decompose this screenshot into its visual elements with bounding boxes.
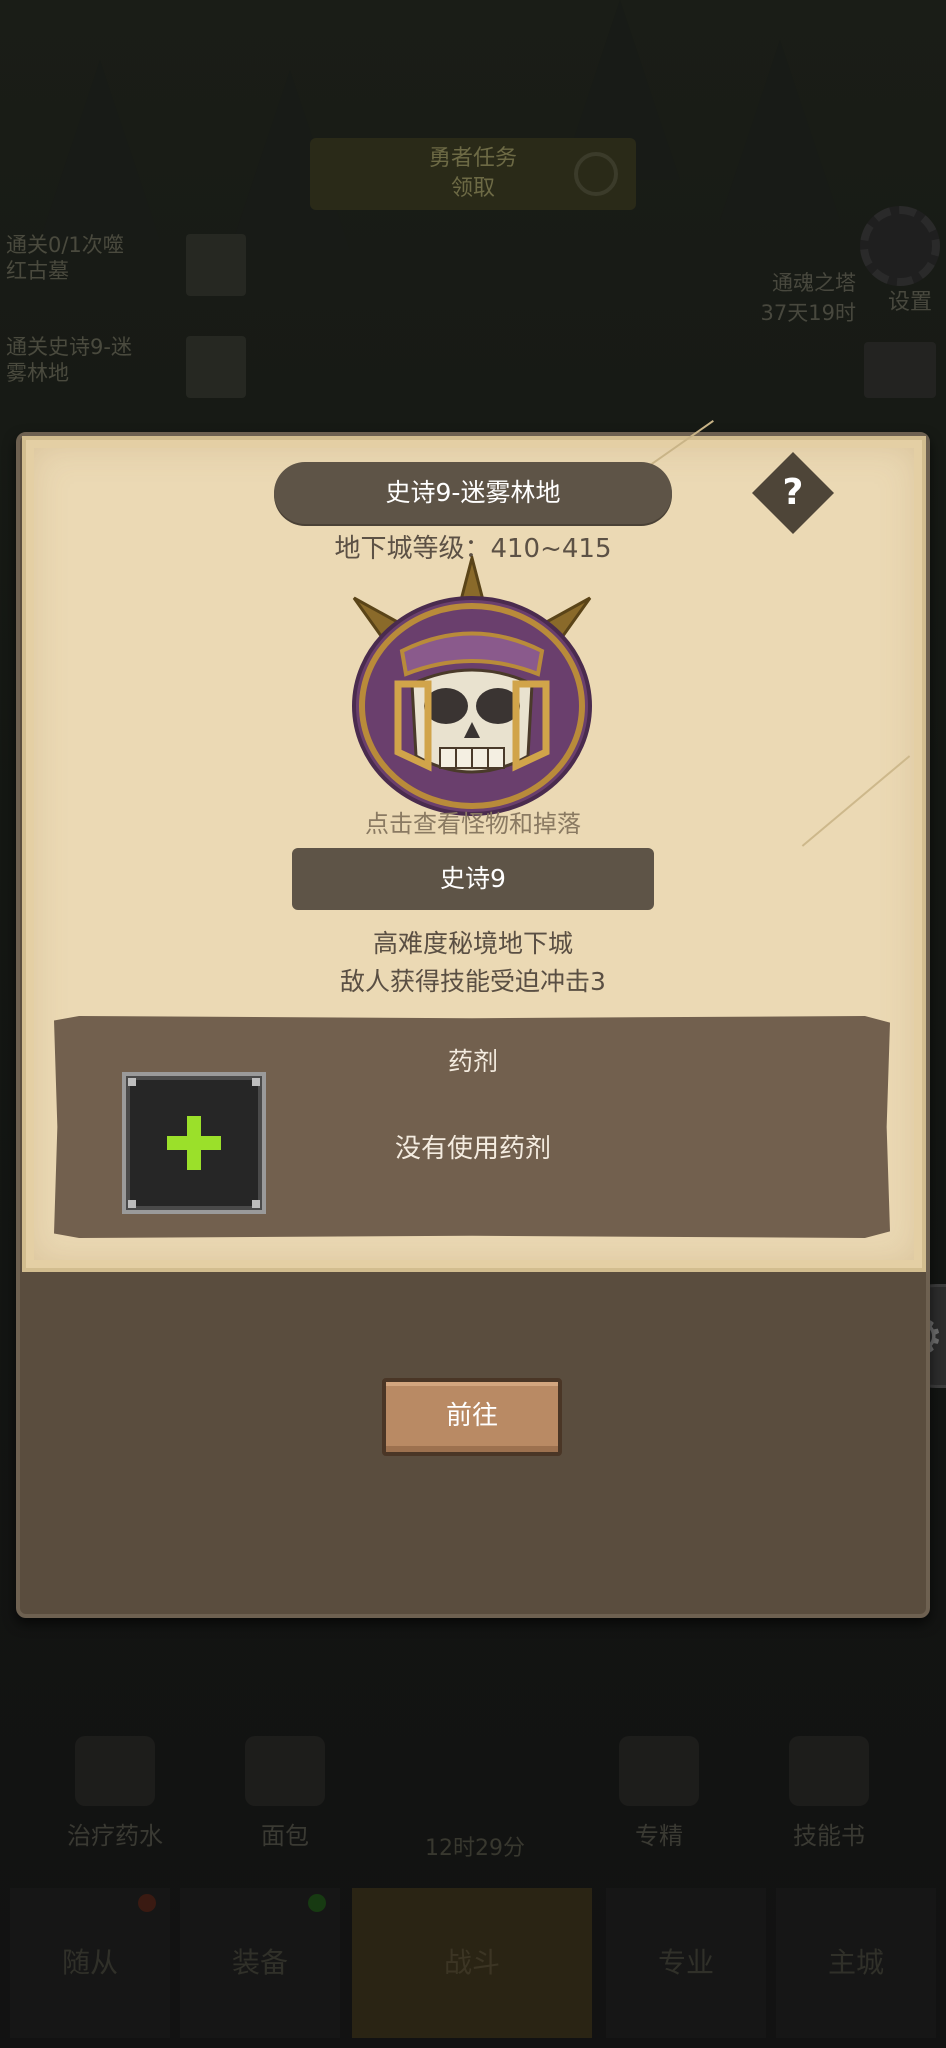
monster-portrait[interactable] <box>342 552 602 816</box>
description-line: 高难度秘境地下城 <box>372 929 573 958</box>
mastery-icon <box>619 1736 699 1806</box>
bread-icon <box>245 1736 325 1806</box>
skill-book-icon <box>789 1736 869 1806</box>
heal-potion-icon <box>75 1736 155 1806</box>
dungeon-title: 史诗9-迷雾林地 <box>274 462 672 524</box>
settings-label: 设置 <box>887 290 932 315</box>
difficulty-name: 史诗9 <box>292 848 654 910</box>
question-icon[interactable]: ? <box>764 464 822 522</box>
slot-rivet <box>128 1200 136 1208</box>
quest-claim-icon <box>186 336 246 398</box>
notification-dot <box>308 1894 326 1912</box>
hero-task-button[interactable]: 勇者任务 领取 <box>310 138 636 210</box>
tab-profession[interactable]: 专业 <box>606 1888 766 2038</box>
quick-item-label: 治疗药水 <box>67 1822 163 1850</box>
skull-helmet-icon <box>352 552 592 816</box>
soul-tower-entry[interactable]: 通魂之塔 37天19时 <box>726 268 856 328</box>
go-button[interactable]: 前往 <box>382 1378 562 1456</box>
task-target-icon <box>574 152 618 196</box>
chest-icon[interactable] <box>864 342 936 398</box>
tab-battle[interactable]: 战斗 <box>352 1888 592 2038</box>
center-timer: 12时29分 <box>425 1836 525 1861</box>
monster-hint[interactable]: 点击查看怪物和掉落 <box>0 804 946 839</box>
slot-rivet <box>128 1078 136 1086</box>
quick-item-bread[interactable]: 面包 <box>200 1736 370 1851</box>
settings-gear-icon[interactable] <box>860 206 940 286</box>
bg-spire <box>720 40 840 220</box>
bg-spire <box>40 60 160 240</box>
quick-item-label: 技能书 <box>793 1822 865 1850</box>
slot-rivet <box>252 1200 260 1208</box>
quest-item[interactable]: 通关0/1次噬 红古墓 <box>6 232 246 298</box>
quick-item-skill-book[interactable]: 技能书 <box>744 1736 914 1851</box>
description-line: 敌人获得技能受迫冲击3 <box>340 967 606 996</box>
quick-item-heal-potion[interactable]: 治疗药水 <box>30 1736 200 1851</box>
quick-item-mastery[interactable]: 专精 <box>574 1736 744 1851</box>
tower-name: 通魂之塔 <box>772 271 856 295</box>
quick-item-label: 专精 <box>635 1822 683 1850</box>
quest-item[interactable]: 通关史诗9-迷 雾林地 <box>6 334 246 400</box>
quick-item-label: 面包 <box>261 1822 309 1850</box>
tower-timer: 37天19时 <box>760 301 856 325</box>
notification-dot <box>138 1894 156 1912</box>
potion-slot-button[interactable] <box>122 1072 266 1214</box>
tab-main-city[interactable]: 主城 <box>776 1888 936 2038</box>
potion-status: 没有使用药剂 <box>394 1134 551 1164</box>
slot-rivet <box>252 1078 260 1086</box>
quest-claim-icon <box>186 234 246 296</box>
